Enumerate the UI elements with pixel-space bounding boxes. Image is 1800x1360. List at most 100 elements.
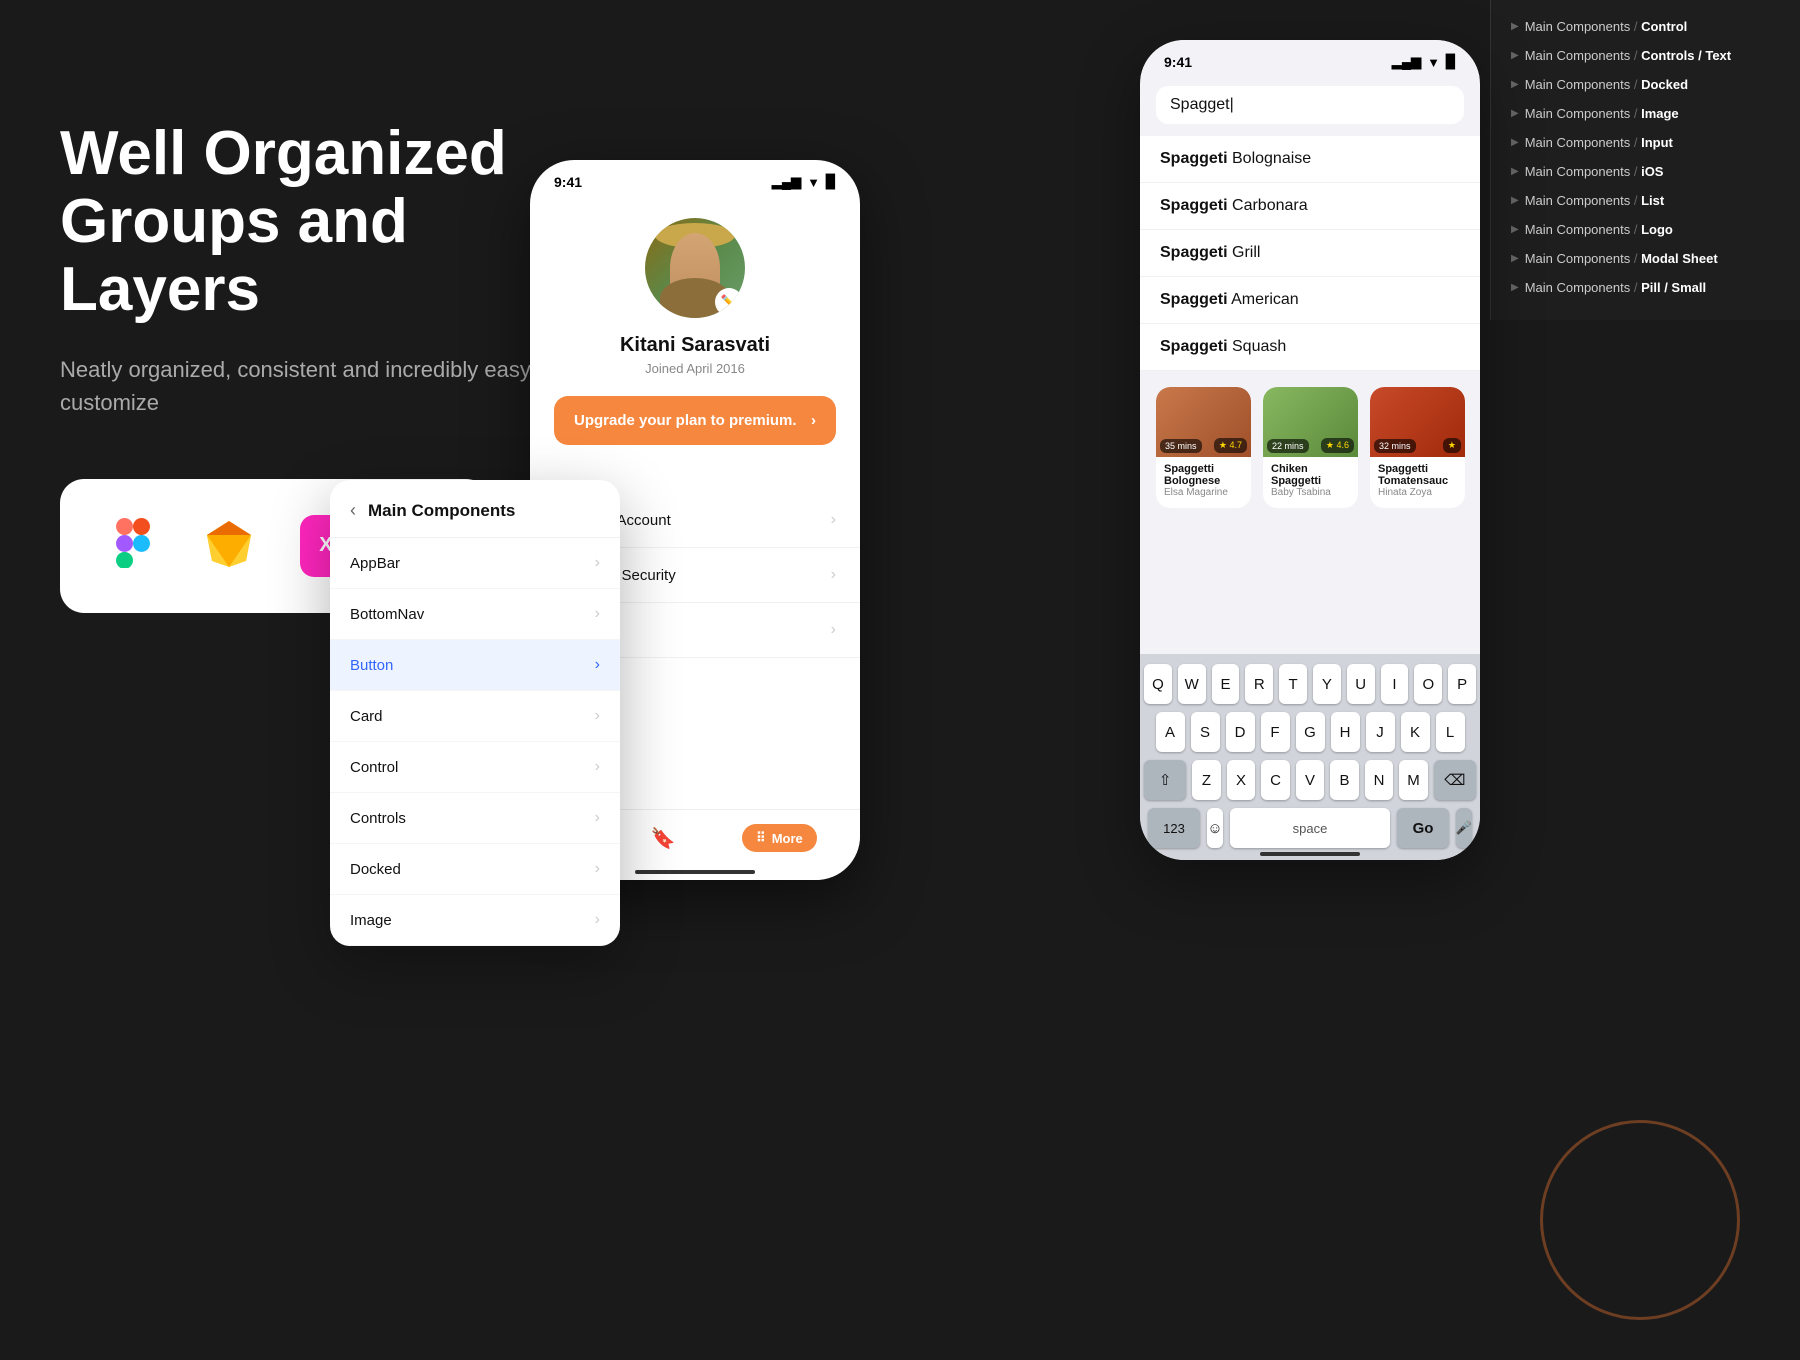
key-a[interactable]: A — [1156, 712, 1185, 752]
food-author-2: Baby Tsabina — [1271, 487, 1350, 498]
chevron-icon: › — [595, 911, 600, 929]
profile-name: Kitani Sarasvati — [554, 334, 836, 357]
layer-list[interactable]: ▶ Main Components / List — [1491, 186, 1800, 215]
kb-row-2: A S D F G H J K L — [1144, 712, 1476, 752]
chevron-icon: › — [595, 605, 600, 623]
back-button[interactable]: ‹ — [350, 500, 356, 521]
key-emoji[interactable]: ☺ — [1207, 808, 1223, 848]
key-i[interactable]: I — [1381, 664, 1409, 704]
food-card-3[interactable]: 32 mins ★ Spaggetti Tomatensauc Hinata Z… — [1370, 387, 1465, 508]
food-author-3: Hinata Zoya — [1378, 487, 1457, 498]
key-c[interactable]: C — [1261, 760, 1290, 800]
keyboard: Q W E R T Y U I O P A S D F G H J K L ⇧ … — [1140, 654, 1480, 860]
key-p[interactable]: P — [1448, 664, 1476, 704]
layer-logo[interactable]: ▶ Main Components / Logo — [1491, 215, 1800, 244]
key-v[interactable]: V — [1296, 760, 1325, 800]
search-bar[interactable]: Spagget| — [1156, 86, 1464, 124]
search-results: Spaggeti Bolognaise Spaggeti Carbonara S… — [1140, 136, 1480, 371]
key-x[interactable]: X — [1227, 760, 1256, 800]
status-bar-profile: 9:41 ▂▄▆ ▼ ▉ — [530, 160, 860, 198]
subheadline: Neatly organized, consistent and incredi… — [60, 353, 560, 419]
key-go[interactable]: Go — [1397, 808, 1449, 848]
food-name-2: Chiken Spaggetti — [1271, 463, 1350, 487]
edit-icon[interactable]: ✏️ — [715, 288, 743, 316]
key-w[interactable]: W — [1178, 664, 1206, 704]
layer-pill[interactable]: ▶ Main Components / Pill / Small — [1491, 273, 1800, 302]
menu-header: ‹ Main Components — [330, 480, 620, 538]
chevron-icon: › — [831, 621, 836, 639]
layers-panel: ▶ Main Components / Control ▶ Main Compo… — [1490, 0, 1800, 320]
wifi-icon: ▼ — [807, 175, 820, 190]
key-s[interactable]: S — [1191, 712, 1220, 752]
chevron-icon: › — [595, 554, 600, 572]
menu-item-controls[interactable]: Controls › — [330, 793, 620, 844]
layer-image[interactable]: ▶ Main Components / Image — [1491, 99, 1800, 128]
wifi-icon: ▼ — [1427, 55, 1440, 70]
layer-controls-text[interactable]: ▶ Main Components / Controls / Text — [1491, 41, 1800, 70]
key-y[interactable]: Y — [1313, 664, 1341, 704]
nav-more[interactable]: ⠿ More — [742, 824, 817, 852]
menu-item-card[interactable]: Card › — [330, 691, 620, 742]
more-pill[interactable]: ⠿ More — [742, 824, 817, 852]
key-g[interactable]: G — [1296, 712, 1325, 752]
layer-ios[interactable]: ▶ Main Components / iOS — [1491, 157, 1800, 186]
key-h[interactable]: H — [1331, 712, 1360, 752]
food-time-3: 32 mins — [1374, 439, 1416, 453]
bookmark-icon: 🔖 — [651, 826, 676, 851]
layer-docked[interactable]: ▶ Main Components / Docked — [1491, 70, 1800, 99]
key-d[interactable]: D — [1226, 712, 1255, 752]
food-rating-2: ★ 4.6 — [1321, 438, 1354, 453]
status-icons: ▂▄▆ ▼ ▉ — [772, 174, 836, 190]
layer-input[interactable]: ▶ Main Components / Input — [1491, 128, 1800, 157]
food-rating-3: ★ — [1443, 438, 1461, 453]
key-n[interactable]: N — [1365, 760, 1394, 800]
search-result-4[interactable]: Spaggeti American — [1140, 277, 1480, 324]
key-shift[interactable]: ⇧ — [1144, 760, 1186, 800]
layer-control[interactable]: ▶ Main Components / Control — [1491, 12, 1800, 41]
menu-title: Main Components — [368, 501, 515, 521]
menu-item-bottomnav[interactable]: BottomNav › — [330, 589, 620, 640]
food-card-2[interactable]: 22 mins ★ 4.6 Chiken Spaggetti Baby Tsab… — [1263, 387, 1358, 508]
upgrade-button[interactable]: Upgrade your plan to premium. › — [554, 396, 836, 445]
key-l[interactable]: L — [1436, 712, 1465, 752]
headline: Well Organized Groups and Layers — [60, 120, 560, 325]
chevron-icon: › — [831, 566, 836, 584]
search-result-2[interactable]: Spaggeti Carbonara — [1140, 183, 1480, 230]
key-mic[interactable]: 🎤 — [1456, 808, 1472, 848]
menu-item-image[interactable]: Image › — [330, 895, 620, 946]
key-m[interactable]: M — [1399, 760, 1428, 800]
home-indicator-search — [1260, 852, 1360, 856]
search-result-5[interactable]: Spaggeti Squash — [1140, 324, 1480, 371]
menu-item-button[interactable]: Button › — [330, 640, 620, 691]
time-profile: 9:41 — [554, 174, 582, 190]
key-t[interactable]: T — [1279, 664, 1307, 704]
key-j[interactable]: J — [1366, 712, 1395, 752]
key-o[interactable]: O — [1414, 664, 1442, 704]
menu-item-appbar[interactable]: AppBar › — [330, 538, 620, 589]
search-result-3[interactable]: Spaggeti Grill — [1140, 230, 1480, 277]
key-f[interactable]: F — [1261, 712, 1290, 752]
search-result-1[interactable]: Spaggeti Bolognaise — [1140, 136, 1480, 183]
food-card-img-3: 32 mins ★ — [1370, 387, 1465, 457]
key-k[interactable]: K — [1401, 712, 1430, 752]
key-space[interactable]: space — [1230, 808, 1390, 848]
food-card-1[interactable]: 35 mins ★ 4.7 Spaggetti Bolognese Elsa M… — [1156, 387, 1251, 508]
layer-modal[interactable]: ▶ Main Components / Modal Sheet — [1491, 244, 1800, 273]
key-z[interactable]: Z — [1192, 760, 1221, 800]
menu-item-control[interactable]: Control › — [330, 742, 620, 793]
figma-icon — [108, 518, 158, 573]
chevron-icon: › — [595, 707, 600, 725]
key-backspace[interactable]: ⌫ — [1434, 760, 1476, 800]
key-u[interactable]: U — [1347, 664, 1375, 704]
key-e[interactable]: E — [1212, 664, 1240, 704]
kb-row-1: Q W E R T Y U I O P — [1144, 664, 1476, 704]
menu-item-docked[interactable]: Docked › — [330, 844, 620, 895]
kb-row-4: 123 ☺ space Go 🎤 — [1144, 808, 1476, 848]
key-123[interactable]: 123 — [1148, 808, 1200, 848]
chevron-icon: › — [831, 511, 836, 529]
avatar: ✏️ — [645, 218, 745, 318]
nav-bookmark[interactable]: 🔖 — [651, 826, 676, 851]
key-q[interactable]: Q — [1144, 664, 1172, 704]
key-b[interactable]: B — [1330, 760, 1359, 800]
key-r[interactable]: R — [1245, 664, 1273, 704]
